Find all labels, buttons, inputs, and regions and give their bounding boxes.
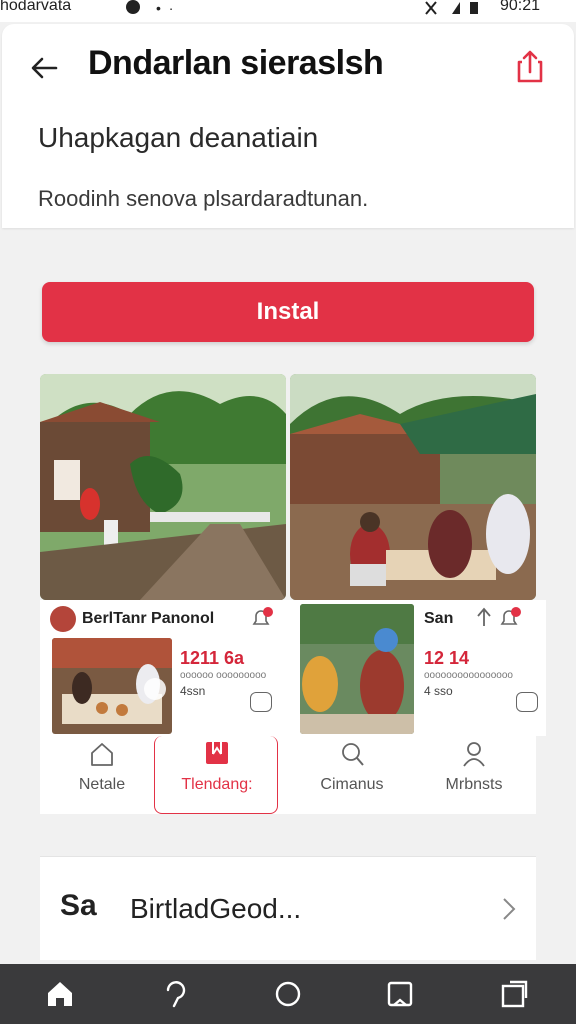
share-icon[interactable] <box>514 48 546 84</box>
tab-cimanus[interactable]: Cimanus <box>290 736 414 814</box>
market-photo[interactable] <box>290 374 536 600</box>
next-chevron-icon[interactable] <box>144 678 166 700</box>
back-gesture-icon[interactable] <box>160 978 192 1010</box>
vendor-thumbnail[interactable] <box>300 604 414 734</box>
food-stall-thumbnail[interactable] <box>52 638 172 734</box>
product-card[interactable]: BerlTanr Panonol 1211 6a oooooo oooooooo… <box>40 600 286 736</box>
notification-dot-icon <box>126 0 140 14</box>
promo-logo: Sa <box>60 889 97 922</box>
card-title: BerlTanr Panonol <box>82 610 215 627</box>
tab-netale[interactable]: Netale <box>40 736 164 814</box>
chat-icon[interactable] <box>250 692 272 712</box>
chat-icon[interactable] <box>516 692 538 712</box>
tab-bar: Netale Tlendang: Cimanus Mrbnsts <box>40 736 536 814</box>
card-title: San <box>424 610 454 627</box>
home-circle-icon[interactable] <box>272 978 304 1010</box>
tab-mrbnsts[interactable]: Mrbnsts <box>412 736 536 814</box>
carrier-label: hodarvata <box>0 0 72 14</box>
description: Roodinh senova plsardaradtunan. <box>38 186 369 211</box>
store-avatar-icon <box>50 606 76 632</box>
recent-apps-icon[interactable] <box>498 978 530 1010</box>
clock: 90:21 <box>500 0 541 14</box>
gift-icon <box>206 742 228 764</box>
system-navigation-bar <box>0 964 576 1024</box>
page-title: Dndarlan sieraslsh <box>88 44 384 82</box>
card-meta: oooooo ooooooooo <box>180 670 267 681</box>
search-icon <box>342 743 364 766</box>
product-cards: BerlTanr Panonol 1211 6a oooooo oooooooo… <box>40 600 546 736</box>
arrow-up-icon[interactable] <box>474 606 494 628</box>
product-card[interactable]: San 12 14 oooooooooooooooo 4 sso <box>300 600 546 736</box>
signal-battery-icon <box>425 1 478 15</box>
profile-icon <box>463 742 485 767</box>
card-price: 12 14 <box>424 648 470 668</box>
tab-label: Cimanus <box>320 776 384 793</box>
photo-gallery <box>40 374 536 602</box>
home-outline-icon <box>91 743 113 766</box>
village-street-photo[interactable] <box>40 374 286 600</box>
promo-row[interactable]: Sa BirtladGeod... <box>40 856 536 960</box>
install-button[interactable]: Instal <box>42 282 534 342</box>
bookmark-icon[interactable] <box>384 978 416 1010</box>
card-count: 4 sso <box>424 684 453 698</box>
tab-label: Mrbnsts <box>445 776 503 793</box>
card-count: 4ssn <box>180 684 206 698</box>
promo-text: BirtladGeod... <box>130 893 302 924</box>
bell-icon[interactable] <box>496 606 522 632</box>
tab-label: Tlendang: <box>181 776 253 793</box>
status-bar: hodarvata • · 90:21 <box>0 0 576 22</box>
home-icon[interactable] <box>44 978 76 1010</box>
card-meta: oooooooooooooooo <box>424 670 513 681</box>
tab-label: Netale <box>78 776 126 793</box>
tab-tlendang[interactable]: Tlendang: <box>154 736 278 814</box>
back-arrow-icon[interactable] <box>28 52 60 84</box>
card-price: 1211 6a <box>180 648 245 668</box>
subtitle: Uhapkagan deanatiain <box>38 122 319 153</box>
more-dots-icon: • · <box>156 0 176 16</box>
chevron-right-icon[interactable] <box>502 897 516 921</box>
bell-icon[interactable] <box>248 606 274 632</box>
